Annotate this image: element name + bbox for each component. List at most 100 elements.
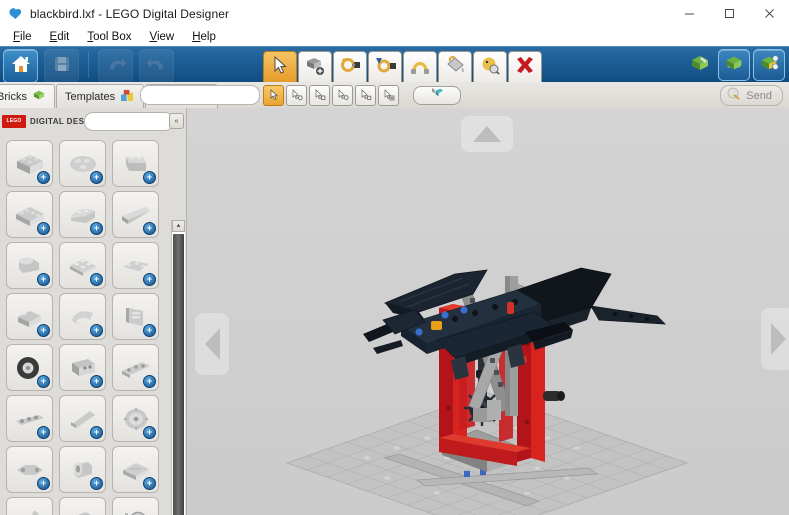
wrench-tool-icon[interactable]: + (6, 497, 53, 515)
3d-viewport[interactable] (187, 108, 789, 515)
tab-bricks[interactable]: Bricks (0, 84, 55, 109)
flex-tool[interactable] (403, 51, 437, 83)
sidebar-scrollbar[interactable]: ▲ (171, 220, 185, 515)
brick-wedge-icon[interactable]: + (112, 191, 159, 238)
brick-curved-slope-icon[interactable]: + (59, 191, 106, 238)
add-brick-badge[interactable]: + (90, 171, 103, 184)
select-single-brick[interactable] (263, 85, 284, 106)
delete-tool[interactable] (508, 51, 542, 83)
building-guide-mode-button[interactable] (753, 49, 785, 81)
technic-tube-icon[interactable]: + (59, 446, 106, 493)
add-brick-badge[interactable]: + (143, 324, 156, 337)
redo-arrow-icon (146, 54, 168, 79)
add-brick-badge[interactable]: + (37, 324, 50, 337)
add-brick-badge[interactable]: + (90, 222, 103, 235)
flex-hose-icon (409, 55, 431, 80)
hide-brick-icon (430, 86, 445, 104)
add-brick-badge[interactable]: + (90, 477, 103, 490)
add-brick-badge[interactable]: + (37, 477, 50, 490)
select-same-shape[interactable] (309, 85, 330, 106)
tab-templates[interactable]: Templates (56, 84, 144, 109)
home-button[interactable] (3, 49, 38, 83)
add-brick-badge[interactable]: + (37, 222, 50, 235)
technic-motor-icon[interactable]: + (59, 344, 106, 391)
view-mode-button[interactable] (718, 49, 750, 81)
add-brick-badge[interactable]: + (90, 273, 103, 286)
add-brick-badge[interactable]: + (37, 375, 50, 388)
clone-color-tool[interactable] (473, 51, 507, 83)
add-brick-badge[interactable]: + (143, 222, 156, 235)
select-same-shape-and-color[interactable] (332, 85, 353, 106)
technic-panel-icon[interactable]: + (112, 446, 159, 493)
menu-help[interactable]: Help (183, 29, 225, 45)
lego-brick-icon (8, 6, 23, 21)
add-brick-badge[interactable]: + (143, 375, 156, 388)
brick-1x4-icon[interactable]: + (6, 191, 53, 238)
technic-hook-icon[interactable]: + (59, 497, 106, 515)
send-icon (727, 87, 741, 104)
tab-bricks-label: Bricks (0, 91, 27, 103)
scrollbar-thumb[interactable] (173, 234, 184, 515)
build-mode-button[interactable] (685, 50, 715, 80)
scroll-up-button[interactable]: ▲ (172, 220, 185, 232)
brick-cylinder-icon[interactable]: + (6, 242, 53, 289)
close-icon[interactable] (749, 0, 789, 27)
palette-search-field[interactable] (140, 85, 260, 105)
rotate-right-button[interactable] (761, 308, 789, 370)
menu-tool-box[interactable]: Tool Box (78, 29, 140, 45)
select-all[interactable] (378, 85, 399, 106)
send-button[interactable]: Send (720, 85, 783, 106)
add-brick-badge[interactable]: + (143, 171, 156, 184)
menu-view[interactable]: View (140, 29, 183, 45)
hinge-align-tool[interactable] (368, 51, 402, 83)
technic-axle-icon[interactable]: + (59, 395, 106, 442)
maximize-icon[interactable] (709, 0, 749, 27)
technic-wheel-hub-icon[interactable]: + (112, 497, 159, 515)
rotate-left-button[interactable] (195, 313, 229, 375)
add-brick-badge[interactable]: + (90, 375, 103, 388)
add-brick-badge[interactable]: + (90, 426, 103, 439)
technic-liftarm-icon[interactable]: + (6, 395, 53, 442)
paint-bucket-icon (444, 55, 466, 80)
technic-gear-icon[interactable]: + (112, 395, 159, 442)
paint-tool[interactable] (438, 51, 472, 83)
brick-2x4-icon[interactable]: + (6, 140, 53, 187)
save-button[interactable] (44, 49, 79, 83)
select-connected[interactable] (355, 85, 376, 106)
select-tool[interactable] (263, 51, 297, 83)
brick-slope-icon[interactable]: + (112, 140, 159, 187)
panel-door-icon[interactable]: + (112, 293, 159, 340)
selection-mode-group (263, 84, 461, 106)
add-brick-badge[interactable]: + (37, 426, 50, 439)
tire-wheel-icon[interactable]: + (6, 344, 53, 391)
technic-connector-icon[interactable]: + (6, 446, 53, 493)
menu-file[interactable]: File (4, 29, 41, 45)
add-brick-badge[interactable]: + (37, 171, 50, 184)
tab-templates-label: Templates (65, 91, 115, 103)
minimize-icon[interactable] (669, 0, 709, 27)
search-input[interactable] (85, 115, 173, 132)
rotate-up-button[interactable] (461, 116, 513, 152)
plate-2x2-icon[interactable]: + (59, 242, 106, 289)
add-brick-badge[interactable]: + (90, 324, 103, 337)
menu-edit[interactable]: Edit (41, 29, 79, 45)
add-brick-badge[interactable]: + (143, 426, 156, 439)
clone-tool[interactable] (298, 51, 332, 83)
brick-bracket-icon[interactable]: + (6, 293, 53, 340)
add-brick-badge[interactable]: + (143, 477, 156, 490)
toolbar-right-group (682, 47, 785, 83)
undo-button[interactable] (98, 49, 133, 83)
hinge-tool[interactable] (333, 51, 367, 83)
hide-bricks-button[interactable] (413, 86, 461, 105)
plate-round-icon[interactable]: + (112, 242, 159, 289)
add-brick-badge[interactable]: + (37, 273, 50, 286)
technic-beam-icon[interactable]: + (112, 344, 159, 391)
search-field-wrapper (84, 112, 174, 131)
brick-scoop-icon[interactable]: + (59, 293, 106, 340)
chevron-right-icon (771, 323, 786, 355)
collapse-sidebar-button[interactable]: « (169, 113, 184, 129)
select-same-color[interactable] (286, 85, 307, 106)
add-brick-badge[interactable]: + (143, 273, 156, 286)
redo-button[interactable] (139, 49, 174, 83)
brick-round-plate-icon[interactable]: + (59, 140, 106, 187)
